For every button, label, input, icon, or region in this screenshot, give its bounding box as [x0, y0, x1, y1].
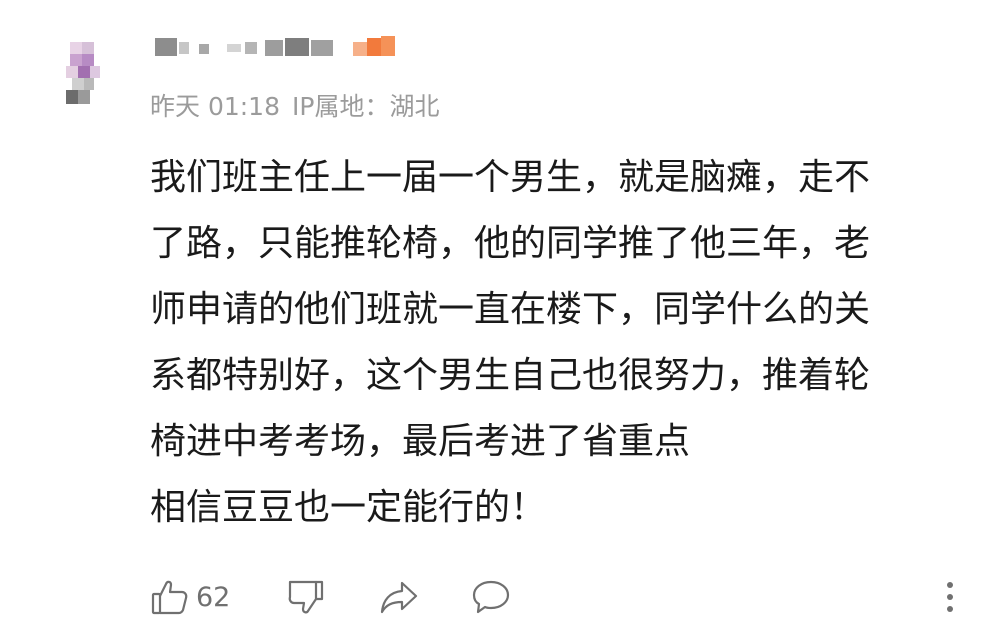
thumbs-down-icon	[288, 580, 324, 614]
comment-line: 我们班主任上一届一个男生，就是脑瘫，走不	[150, 157, 871, 198]
comment-meta: 昨天 01:18 IP属地：湖北	[150, 90, 451, 124]
avatar[interactable]	[62, 40, 102, 108]
reply-button[interactable]	[470, 574, 512, 620]
comment-line: 系都特别好，这个男生自己也很努力，推着轮	[150, 355, 871, 396]
dislike-button[interactable]	[286, 574, 326, 620]
user-level-badge-icon	[353, 36, 397, 58]
comment-line: 相信豆豆也一定能行的！	[150, 487, 547, 528]
share-button[interactable]	[378, 574, 420, 620]
share-icon	[380, 581, 418, 614]
thumbs-up-icon	[151, 580, 188, 615]
reply-icon	[472, 580, 510, 614]
more-icon	[947, 582, 953, 612]
comment-card: 昨天 01:18 IP属地：湖北 我们班主任上一届一个男生，就是脑瘫，走不 了路，…	[0, 0, 1000, 635]
more-options-button[interactable]	[944, 574, 956, 620]
comment-actions: 62	[150, 574, 980, 620]
comment-line: 师申请的他们班就一直在楼下，同学什么的关	[150, 289, 871, 330]
comment-ip-location: IP属地：湖北	[292, 92, 440, 121]
like-button[interactable]: 62	[150, 574, 230, 620]
like-count: 62	[196, 581, 231, 613]
comment-time: 昨天 01:18	[150, 92, 280, 121]
comment-body: 我们班主任上一届一个男生，就是脑瘫，走不 了路，只能推轮椅，他的同学推了他三年，…	[150, 145, 950, 541]
comment-line: 椅进中考考场，最后考进了省重点	[150, 421, 691, 462]
username[interactable]	[155, 36, 405, 64]
comment-line: 了路，只能推轮椅，他的同学推了他三年，老	[150, 223, 871, 264]
